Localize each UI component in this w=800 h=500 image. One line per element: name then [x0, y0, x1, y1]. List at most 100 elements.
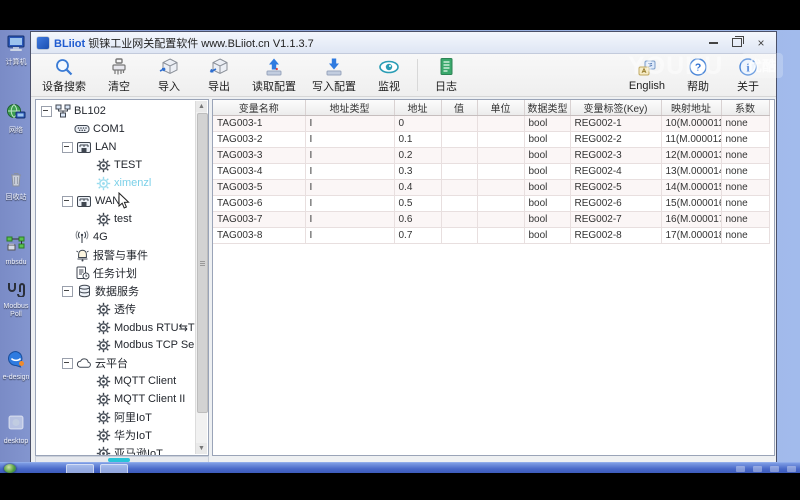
column-header[interactable]: 变量标签(Key)	[570, 100, 661, 116]
desktop-icon-回收站[interactable]: 回收站	[1, 170, 31, 202]
scroll-up-icon[interactable]: ▲	[196, 101, 207, 112]
table-cell[interactable]: 0.2	[394, 148, 441, 164]
desktop-icon-计算机[interactable]: 计算机	[1, 35, 31, 67]
tree-item-[interactable]: 云平台	[36, 354, 196, 372]
column-header[interactable]: 值	[441, 100, 477, 116]
tree-collapse-icon[interactable]	[41, 106, 52, 117]
table-cell[interactable]: I	[305, 132, 394, 148]
system-tray[interactable]	[606, 465, 796, 473]
table-cell[interactable]	[477, 116, 524, 132]
title-bar[interactable]: BLiiot 钡铼工业网关配置软件 www.BLiiot.cn V1.1.3.7…	[31, 32, 776, 54]
tree-item-ximenzl[interactable]: ximenzl	[36, 174, 196, 192]
table-cell[interactable]: bool	[524, 164, 570, 180]
table-cell[interactable]: TAG003-5	[213, 180, 305, 196]
table-cell[interactable]: bool	[524, 132, 570, 148]
toolbar-button-search[interactable]: 设备搜索	[34, 55, 94, 95]
table-cell[interactable]	[441, 196, 477, 212]
toolbar-button-export[interactable]: 导出	[194, 55, 244, 95]
tree-item-4g[interactable]: 4G	[36, 228, 196, 246]
table-cell[interactable]: TAG003-1	[213, 116, 305, 132]
table-cell[interactable]: bool	[524, 116, 570, 132]
table-row[interactable]: TAG003-3I0.2 boolREG002-312(M.000013)none	[213, 148, 769, 164]
scroll-down-icon[interactable]: ▼	[196, 443, 207, 454]
toolbar-button-read-config[interactable]: 读取配置	[244, 55, 304, 95]
table-cell[interactable]: REG002-3	[570, 148, 661, 164]
desktop-icon-modbus-poll[interactable]: Modbus Poll	[1, 281, 31, 319]
table-cell[interactable]: REG002-2	[570, 132, 661, 148]
table-cell[interactable]: none	[721, 148, 769, 164]
table-cell[interactable]: REG002-5	[570, 180, 661, 196]
table-cell[interactable]: 13(M.000014)	[661, 164, 721, 180]
tree-item-mqtt-client[interactable]: MQTT Client	[36, 372, 196, 390]
table-cell[interactable]	[441, 148, 477, 164]
tree-item-[interactable]: 报警与事件	[36, 246, 196, 264]
table-cell[interactable]	[477, 132, 524, 148]
table-row[interactable]: TAG003-4I0.3boolREG002-413(M.000014)none	[213, 164, 769, 180]
desktop-icon-网络[interactable]: 网络	[1, 103, 31, 135]
table-cell[interactable]: none	[721, 164, 769, 180]
table-cell[interactable]: bool	[524, 148, 570, 164]
tree-item-com1[interactable]: COM1	[36, 120, 196, 138]
close-button[interactable]: ×	[754, 37, 768, 49]
column-header[interactable]: 地址类型	[305, 100, 394, 116]
table-cell[interactable]	[477, 180, 524, 196]
table-cell[interactable]: 0.1	[394, 132, 441, 148]
tree-item-test[interactable]: test	[36, 210, 196, 228]
table-cell[interactable]	[441, 180, 477, 196]
table-cell[interactable]: 10(M.000011)	[661, 116, 721, 132]
table-cell[interactable]: 15(M.000016)	[661, 196, 721, 212]
table-cell[interactable]	[441, 212, 477, 228]
table-cell[interactable]: none	[721, 196, 769, 212]
table-cell[interactable]	[477, 196, 524, 212]
table-cell[interactable]: 0.6	[394, 212, 441, 228]
table-cell[interactable]: 0	[394, 116, 441, 132]
table-cell[interactable]	[441, 164, 477, 180]
table-cell[interactable]: bool	[524, 196, 570, 212]
table-cell[interactable]: TAG003-7	[213, 212, 305, 228]
table-cell[interactable]: 16(M.000017)	[661, 212, 721, 228]
column-header[interactable]: 地址	[394, 100, 441, 116]
minimize-button[interactable]	[706, 37, 720, 49]
table-cell[interactable]: TAG003-6	[213, 196, 305, 212]
scrollbar-thumb[interactable]	[197, 113, 208, 413]
table-cell[interactable]: I	[305, 228, 394, 244]
table-cell[interactable]: none	[721, 132, 769, 148]
table-cell[interactable]: TAG003-3	[213, 148, 305, 164]
desktop-icon-e-design[interactable]: e-design	[1, 350, 31, 382]
tree-item-wan[interactable]: WAN	[36, 192, 196, 210]
table-cell[interactable]: 0.7	[394, 228, 441, 244]
column-header[interactable]: 映射地址	[661, 100, 721, 116]
table-row[interactable]: TAG003-8I0.7boolREG002-817(M.000018)none	[213, 228, 769, 244]
table-cell[interactable]	[441, 228, 477, 244]
tree-collapse-icon[interactable]	[62, 196, 73, 207]
table-cell[interactable]: 12(M.000013)	[661, 148, 721, 164]
table-row[interactable]: TAG003-5I0.4boolREG002-514(M.000015)none	[213, 180, 769, 196]
table-cell[interactable]	[477, 212, 524, 228]
table-row[interactable]: TAG003-1I0boolREG002-110(M.000011)none	[213, 116, 769, 132]
table-cell[interactable]: bool	[524, 228, 570, 244]
table-cell[interactable]: none	[721, 212, 769, 228]
table-cell[interactable]: I	[305, 196, 394, 212]
table-cell[interactable]: TAG003-8	[213, 228, 305, 244]
column-header[interactable]: 数据类型	[524, 100, 570, 116]
tree-collapse-icon[interactable]	[62, 286, 73, 297]
tree-item-modbus-tcp-server[interactable]: Modbus TCP Server	[36, 336, 196, 354]
table-cell[interactable]: none	[721, 180, 769, 196]
toolbar-button-log[interactable]: 日志	[421, 55, 471, 95]
table-cell[interactable]: REG002-1	[570, 116, 661, 132]
tree-vertical-scrollbar[interactable]: ▲ ▼	[195, 101, 207, 454]
column-header[interactable]: 单位	[477, 100, 524, 116]
table-cell[interactable]: 0.3	[394, 164, 441, 180]
tree-item-[interactable]: 透传	[36, 300, 196, 318]
table-cell[interactable]: I	[305, 148, 394, 164]
table-cell[interactable]: 14(M.000015)	[661, 180, 721, 196]
table-cell[interactable]: REG002-8	[570, 228, 661, 244]
tree-collapse-icon[interactable]	[62, 142, 73, 153]
tree-item-[interactable]: 数据服务	[36, 282, 196, 300]
table-row[interactable]: TAG003-7I0.6boolREG002-716(M.000017)none	[213, 212, 769, 228]
table-cell[interactable]: I	[305, 212, 394, 228]
toolbar-button-import[interactable]: 导入	[144, 55, 194, 95]
toolbar-button-help[interactable]: ? 帮助	[673, 55, 723, 95]
table-cell[interactable]: REG002-6	[570, 196, 661, 212]
table-cell[interactable]: 0.5	[394, 196, 441, 212]
